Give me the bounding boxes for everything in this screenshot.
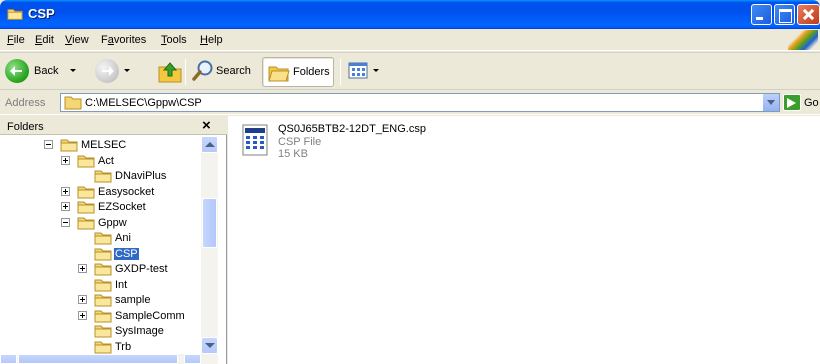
go-button[interactable]: Go [804, 97, 819, 109]
address-dropdown-button[interactable] [762, 94, 779, 111]
tree-item-label: CSP [114, 247, 139, 260]
window-title: CSP [28, 6, 55, 21]
windows-logo-icon [788, 30, 818, 50]
forward-arrow-icon [95, 59, 119, 83]
expand-icon[interactable] [61, 202, 70, 211]
tree-item-label: Int [115, 278, 128, 291]
menu-edit[interactable]: Edit [35, 34, 54, 46]
forward-dropdown-icon[interactable] [124, 69, 130, 72]
close-button[interactable] [797, 4, 820, 25]
tree-item-label: Trb [115, 340, 132, 353]
scroll-up-button[interactable] [201, 136, 218, 153]
folders-icon [268, 66, 290, 82]
folder-icon [64, 96, 82, 110]
expand-icon[interactable] [78, 295, 87, 304]
back-arrow-icon [5, 59, 29, 83]
scroll-thumb-horizontal[interactable] [18, 354, 178, 364]
tree-item-label: sample [115, 294, 151, 306]
tree-item-easysocket[interactable]: Easysocket [0, 184, 201, 200]
menu-tools[interactable]: Tools [161, 34, 187, 46]
collapse-icon[interactable] [61, 217, 70, 227]
tree-item-int[interactable]: Int [0, 277, 201, 293]
expand-icon[interactable] [61, 186, 70, 196]
folders-pane-header: Folders × [0, 116, 227, 135]
scroll-left-button[interactable] [0, 354, 17, 364]
views-icon[interactable] [348, 61, 370, 81]
folders-label: Folders [293, 66, 330, 78]
address-path: C:\MELSEC\Gppw\CSP [85, 97, 202, 109]
tree-item-act[interactable]: Act [0, 153, 201, 169]
folders-button[interactable]: Folders [262, 57, 334, 87]
tree-item-trb[interactable]: Trb [0, 339, 201, 355]
tree-item-label: Gppw [98, 216, 127, 229]
close-pane-icon[interactable]: × [202, 117, 211, 134]
tree-item-ezsocket[interactable]: EZSocket [0, 199, 201, 215]
tree-item-label: SysImage [115, 325, 164, 337]
menu-help[interactable]: Help [200, 34, 223, 46]
tree-item-label: DNaviPlus [115, 170, 167, 182]
go-arrow-icon[interactable] [783, 94, 801, 111]
minimize-button[interactable] [751, 4, 772, 25]
tree-item-dnaviplus[interactable]: DNaviPlus [0, 168, 201, 184]
scroll-thumb[interactable] [202, 198, 217, 248]
toolbar: Back Search Folders [0, 52, 820, 90]
tree-item-label: Act [98, 154, 114, 167]
folder-tree: MELSEC Act DNaviPlus Easysocket EZSocket Gppw… [0, 136, 201, 354]
expand-icon[interactable] [78, 310, 87, 320]
file-list: QS0J65BTB2-12DT_ENG.csp CSP File 15 KB [228, 116, 820, 364]
toolbar-separator [185, 59, 186, 85]
address-bar: Address C:\MELSEC\Gppw\CSP Go [0, 91, 820, 115]
folders-pane: Folders × MELSEC Act DNaviPlus Easysocket EZ… [0, 116, 227, 364]
search-button[interactable]: Search [216, 65, 251, 77]
collapse-icon[interactable] [44, 140, 53, 149]
tree-item-label: GXDP-test [115, 263, 168, 275]
title-bar: CSP [0, 0, 820, 29]
folders-pane-title: Folders [7, 121, 44, 133]
tree-item-sample[interactable]: sample [0, 292, 201, 308]
tree-item-label: SampleComm [115, 309, 185, 322]
tree-item-ani[interactable]: Ani [0, 230, 201, 246]
horizontal-scrollbar[interactable] [0, 354, 218, 364]
back-label: Back [34, 65, 59, 77]
tree-item-melsec[interactable]: MELSEC [0, 137, 201, 153]
toolbar-separator [340, 59, 341, 85]
address-input[interactable]: C:\MELSEC\Gppw\CSP [60, 93, 780, 112]
tree-item-label: EZSocket [98, 201, 146, 213]
back-dropdown-icon[interactable] [70, 69, 76, 72]
tree-item-label: Ani [115, 232, 131, 244]
csp-file-icon [242, 124, 268, 156]
up-folder-icon[interactable] [158, 61, 182, 83]
search-icon[interactable] [192, 60, 214, 82]
tree-item-label: Easysocket [98, 185, 155, 198]
menu-favorites[interactable]: Favorites [101, 34, 146, 46]
folder-icon [7, 9, 23, 20]
expand-icon[interactable] [78, 264, 87, 273]
tree-item-label: MELSEC [81, 139, 127, 151]
maximize-button[interactable] [774, 4, 795, 25]
tree-item-csp[interactable]: CSP [0, 246, 201, 262]
tree-item-samplecomm[interactable]: SampleComm [0, 308, 201, 324]
menu-file[interactable]: File [7, 34, 25, 46]
file-item[interactable]: QS0J65BTB2-12DT_ENG.csp CSP File 15 KB [238, 120, 498, 164]
menu-bar: File Edit View Favorites Tools Help [0, 29, 820, 51]
expand-icon[interactable] [61, 155, 70, 165]
scroll-right-button[interactable] [184, 354, 201, 364]
menu-view[interactable]: View [65, 34, 89, 46]
file-type: CSP File [278, 136, 322, 148]
scroll-down-button[interactable] [201, 337, 218, 354]
vertical-scrollbar[interactable] [201, 136, 218, 354]
tree-item-gppw[interactable]: Gppw [0, 215, 201, 231]
folder-icon [94, 340, 112, 355]
tree-item-gxdp-test[interactable]: GXDP-test [0, 261, 201, 277]
address-label: Address [5, 97, 46, 109]
file-name: QS0J65BTB2-12DT_ENG.csp [278, 123, 426, 135]
views-dropdown-icon[interactable] [373, 69, 379, 72]
tree-item-sysimage[interactable]: SysImage [0, 323, 201, 339]
file-size: 15 KB [278, 148, 308, 160]
